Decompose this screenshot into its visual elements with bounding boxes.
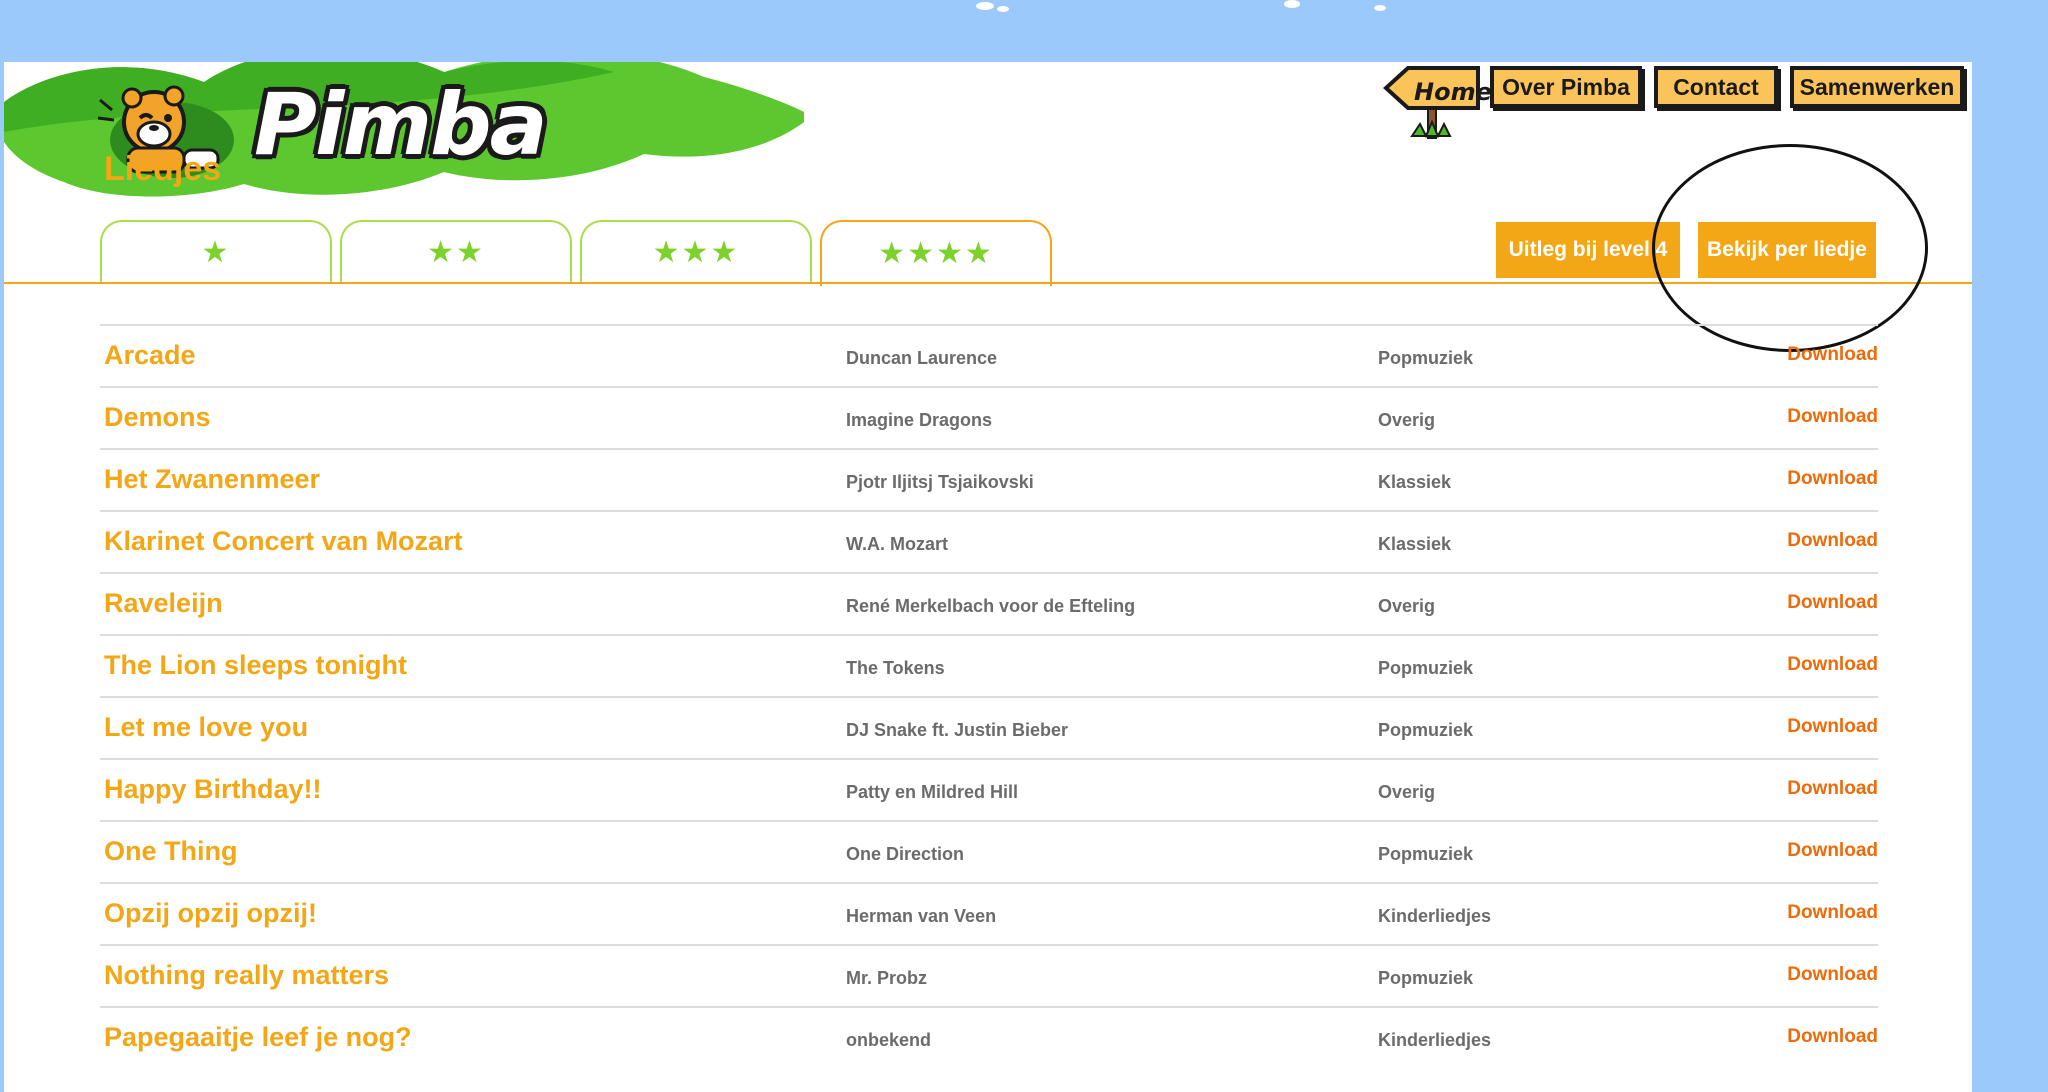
download-link[interactable]: Download — [1787, 344, 1878, 366]
song-genre: Popmuziek — [1378, 844, 1474, 864]
song-genre: Popmuziek — [1378, 348, 1474, 368]
song-artist: onbekend — [846, 1030, 932, 1050]
song-genre: Overig — [1378, 782, 1436, 802]
song-title[interactable]: Let me love you — [104, 712, 308, 743]
song-artist: Mr. Probz — [846, 968, 928, 988]
star-icon: ★★★ — [652, 235, 740, 270]
song-genre: Popmuziek — [1378, 968, 1474, 988]
song-artist: DJ Snake ft. Justin Bieber — [846, 720, 1069, 740]
nav-contact[interactable]: Contact — [1654, 66, 1778, 108]
table-row: Opzij opzij opzij! Herman van Veen Kinde… — [100, 882, 1878, 944]
star-icon: ★★ — [427, 235, 485, 270]
song-genre: Overig — [1378, 410, 1436, 430]
table-row: Let me love you DJ Snake ft. Justin Bieb… — [100, 696, 1878, 758]
song-title[interactable]: The Lion sleeps tonight — [104, 650, 407, 681]
download-link[interactable]: Download — [1787, 964, 1878, 986]
table-row: Nothing really matters Mr. Probz Popmuzi… — [100, 944, 1878, 1006]
explain-level-button[interactable]: Uitleg bij level 4 — [1496, 222, 1680, 278]
tab-level-4[interactable]: ★★★★ — [820, 220, 1052, 286]
table-row: Demons Imagine Dragons Overig Download — [100, 386, 1878, 448]
song-genre: Klassiek — [1378, 472, 1452, 492]
song-title[interactable]: One Thing — [104, 836, 237, 867]
song-artist: One Direction — [846, 844, 965, 864]
song-title[interactable]: Nothing really matters — [104, 960, 389, 991]
song-artist: W.A. Mozart — [846, 534, 948, 554]
song-title[interactable]: Demons — [104, 402, 211, 433]
song-title[interactable]: Arcade — [104, 340, 196, 371]
tabs-divider — [4, 282, 1972, 284]
song-title[interactable]: Happy Birthday!! — [104, 774, 322, 805]
song-artist: Patty en Mildred Hill — [846, 782, 1019, 802]
download-link[interactable]: Download — [1787, 840, 1878, 862]
song-genre: Klassiek — [1378, 534, 1452, 554]
star-icon: ★★★★ — [878, 236, 994, 271]
table-row: Papegaaitje leef je nog? onbekend Kinder… — [100, 1006, 1878, 1068]
song-genre: Overig — [1378, 596, 1436, 616]
song-artist: René Merkelbach voor de Efteling — [846, 596, 1136, 616]
song-title[interactable]: Klarinet Concert van Mozart — [104, 526, 463, 557]
table-row: The Lion sleeps tonight The Tokens Popmu… — [100, 634, 1878, 696]
download-link[interactable]: Download — [1787, 902, 1878, 924]
song-artist: The Tokens — [846, 658, 945, 678]
tab-level-1[interactable]: ★ — [100, 220, 332, 284]
tab-level-3[interactable]: ★★★ — [580, 220, 812, 284]
home-signpost-icon — [1383, 66, 1480, 139]
table-row: Happy Birthday!! Patty en Mildred Hill O… — [100, 758, 1878, 820]
download-link[interactable]: Download — [1787, 778, 1878, 800]
download-link[interactable]: Download — [1787, 592, 1878, 614]
song-title[interactable]: Het Zwanenmeer — [104, 464, 320, 495]
download-link[interactable]: Download — [1787, 716, 1878, 738]
top-navigation: Home Over Pimba Contact Samenwerken — [1382, 62, 1982, 152]
table-row: Raveleijn René Merkelbach voor de Efteli… — [100, 572, 1878, 634]
nav-over-pimba[interactable]: Over Pimba — [1490, 66, 1642, 108]
song-artist: Pjotr Iljitsj Tsjaikovski — [846, 472, 1034, 492]
nav-samenwerken[interactable]: Samenwerken — [1790, 66, 1964, 108]
song-genre: Popmuziek — [1378, 658, 1474, 678]
song-genre: Kinderliedjes — [1378, 1030, 1492, 1050]
download-link[interactable]: Download — [1787, 468, 1878, 490]
table-row: Klarinet Concert van Mozart W.A. Mozart … — [100, 510, 1878, 572]
page-content: Pimba Home Over Pimba Contact Samenwerke… — [4, 62, 1972, 1092]
home-button[interactable]: Home — [1382, 64, 1492, 150]
song-title[interactable]: Opzij opzij opzij! — [104, 898, 317, 929]
download-link[interactable]: Download — [1787, 654, 1878, 676]
download-link[interactable]: Download — [1787, 530, 1878, 552]
song-genre: Kinderliedjes — [1378, 906, 1492, 926]
star-icon: ★ — [201, 235, 231, 270]
home-label: Home — [1414, 78, 1492, 106]
song-artist: Duncan Laurence — [846, 348, 998, 368]
table-row: Arcade Duncan Laurence Popmuziek Downloa… — [100, 324, 1878, 386]
download-link[interactable]: Download — [1787, 406, 1878, 428]
download-link[interactable]: Download — [1787, 1026, 1878, 1048]
songs-list: Arcade Duncan Laurence Popmuziek Downloa… — [100, 324, 1878, 1068]
table-row: One Thing One Direction Popmuziek Downlo… — [100, 820, 1878, 882]
page-title: Liedjes — [104, 150, 222, 188]
tab-level-2[interactable]: ★★ — [340, 220, 572, 284]
song-title[interactable]: Papegaaitje leef je nog? — [104, 1022, 412, 1053]
table-row: Het Zwanenmeer Pjotr Iljitsj Tsjaikovski… — [100, 448, 1878, 510]
view-per-song-button[interactable]: Bekijk per liedje — [1698, 222, 1876, 278]
sky-decoration — [976, 0, 1386, 12]
song-artist: Imagine Dragons — [846, 410, 993, 430]
song-artist: Herman van Veen — [846, 906, 997, 926]
logo-text: Pimba — [254, 75, 548, 175]
song-genre: Popmuziek — [1378, 720, 1474, 740]
song-title[interactable]: Raveleijn — [104, 588, 223, 619]
